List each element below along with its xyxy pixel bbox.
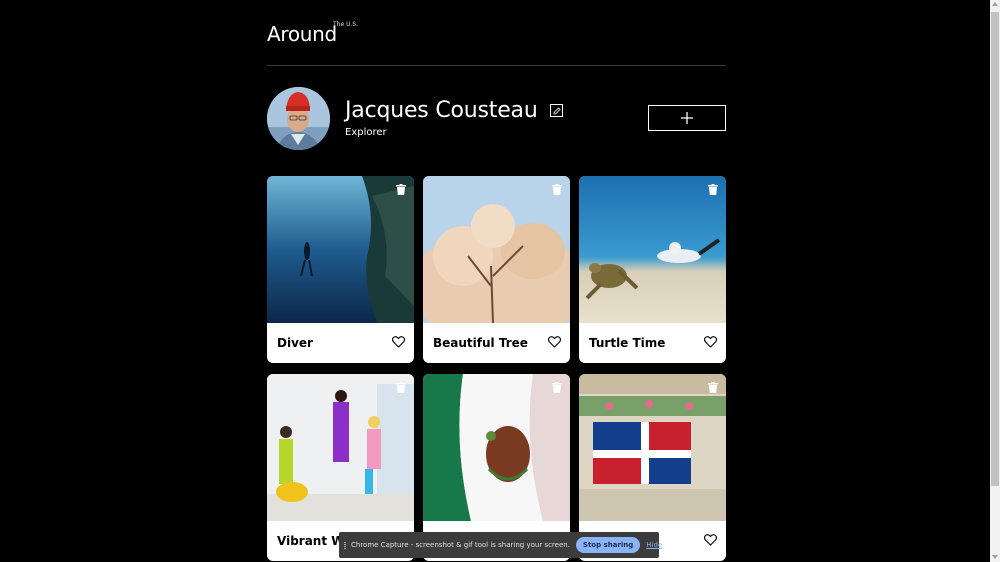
card-image[interactable] <box>579 176 726 323</box>
screen-sharing-bar: Chrome Capture - screenshot & gif tool i… <box>339 532 662 558</box>
add-card-button[interactable] <box>648 105 726 131</box>
card-title: Beautiful Tree <box>433 336 528 350</box>
profile-job: Explorer <box>345 127 387 138</box>
scrollbar[interactable] <box>990 0 1000 562</box>
heart-icon[interactable] <box>704 336 717 348</box>
card-image[interactable] <box>267 176 414 323</box>
trash-icon[interactable] <box>552 382 562 393</box>
logo-superscript: The U.S. <box>333 21 359 28</box>
drag-handle-icon[interactable] <box>344 541 346 549</box>
plus-icon <box>681 112 693 124</box>
trash-icon[interactable] <box>552 184 562 195</box>
logo: Around <box>267 22 337 46</box>
card-image[interactable] <box>579 374 726 521</box>
card-beautiful-tree: Beautiful Tree <box>423 176 570 363</box>
card-title: Turtle Time <box>589 336 666 350</box>
trash-icon[interactable] <box>708 382 718 393</box>
pencil-icon <box>553 107 561 115</box>
scroll-up-arrow-icon[interactable] <box>992 2 998 6</box>
card-title: Diver <box>277 336 313 350</box>
stop-sharing-button[interactable]: Stop sharing <box>575 537 641 553</box>
header: Around The U.S. <box>267 0 726 66</box>
scroll-down-arrow-icon[interactable] <box>992 555 998 559</box>
scrollbar-thumb[interactable] <box>991 12 999 486</box>
heart-icon[interactable] <box>392 336 405 348</box>
profile: Jacques Cousteau Explorer <box>267 66 726 176</box>
edit-profile-button[interactable] <box>550 104 563 117</box>
trash-icon[interactable] <box>396 382 406 393</box>
avatar[interactable] <box>267 87 330 150</box>
card-image[interactable] <box>423 176 570 323</box>
heart-icon[interactable] <box>704 534 717 546</box>
heart-icon[interactable] <box>548 336 561 348</box>
sharing-message: Chrome Capture - screenshot & gif tool i… <box>351 541 570 549</box>
card-diver: Diver <box>267 176 414 363</box>
card-turtle-time: Turtle Time <box>579 176 726 363</box>
card-image[interactable] <box>267 374 414 521</box>
hide-button[interactable]: Hide <box>646 541 662 549</box>
card-image[interactable] <box>423 374 570 521</box>
trash-icon[interactable] <box>396 184 406 195</box>
profile-name: Jacques Cousteau <box>345 98 538 123</box>
page: Around The U.S. Jacques Cousteau Explore… <box>267 0 726 561</box>
trash-icon[interactable] <box>708 184 718 195</box>
